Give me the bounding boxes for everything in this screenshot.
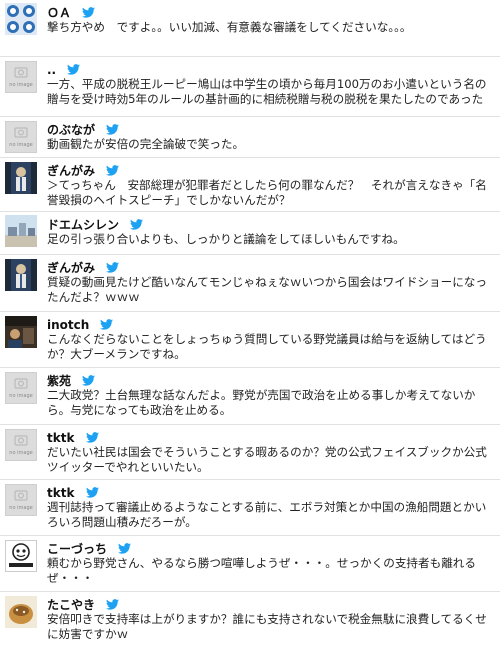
twitter-bird-icon[interactable]: [85, 485, 99, 500]
user-name[interactable]: ぎんがみ: [47, 261, 95, 275]
twitter-bird-icon[interactable]: [106, 597, 120, 612]
tweet-item: no image のぶなが 動画観たが安倍の完全論破で笑った。: [0, 117, 500, 158]
tweet-text: 質疑の動画見たけど酷いなんてモンじゃねぇなｗいつから国会はワイドショーになったん…: [47, 275, 487, 304]
tweet-text: こんなくだらないことをしょっちゅう質問している野党議員は給与を返納してはどうか？…: [47, 332, 487, 361]
no-image-label: no image: [9, 393, 33, 399]
tweet-text: ＞てっちゃん 安部総理が犯罪者だとしたら何の罪なんだ？ それが言えなきゃ「名誉毀…: [47, 178, 487, 207]
tweet-text: 二大政党？土台無理な話なんだよ。野党が売国で政治を止める事しか考えてないから。与…: [47, 388, 476, 417]
avatar[interactable]: [5, 259, 37, 291]
tweet-item: no image .. 一方、平成の脱税王ルーピー鳩山は中学生の頃から毎月100…: [0, 57, 500, 117]
user-name[interactable]: inotch: [47, 318, 89, 332]
tweet-text: 撃ち方やめ ですよ。。いい加減、有意義な審議をしてくださいな。。。: [47, 20, 412, 34]
user-name[interactable]: のぶなが: [47, 123, 95, 137]
comment-feed: ＯＡ 撃ち方やめ ですよ。。いい加減、有意義な審議をしてくださいな。。。 no …: [0, 0, 500, 653]
twitter-bird-icon[interactable]: [67, 62, 81, 77]
avatar[interactable]: no image: [5, 61, 37, 93]
twitter-bird-icon[interactable]: [118, 541, 132, 556]
tweet-text: 頼むから野党さん、やるなら勝つ喧嘩しようぜ・・・。せっかくの支持者も離れるぜ・・…: [47, 556, 476, 585]
twitter-bird-icon[interactable]: [85, 430, 99, 445]
tweet-item: inotch こんなくだらないことをしょっちゅう質問している野党議員は給与を返納…: [0, 312, 500, 368]
avatar[interactable]: [5, 316, 37, 348]
user-name[interactable]: tktk: [47, 431, 74, 445]
user-name[interactable]: ..: [47, 63, 56, 77]
tweet-text: 週刊誌持って審議止めるようなことする前に、エボラ対策とか中国の漁船問題とかいろい…: [47, 500, 487, 529]
avatar[interactable]: no image: [5, 484, 37, 516]
avatar[interactable]: no image: [5, 429, 37, 461]
no-image-label: no image: [9, 82, 33, 88]
twitter-bird-icon[interactable]: [130, 217, 144, 232]
no-image-label: no image: [9, 142, 33, 148]
user-name[interactable]: ドエムシレン: [47, 218, 119, 232]
avatar[interactable]: [5, 215, 37, 247]
tweet-text: 足の引っ張り合いよりも、しっかりと議論をしてほしいもんですね。: [47, 232, 405, 246]
twitter-bird-icon[interactable]: [106, 163, 120, 178]
no-image-label: no image: [9, 450, 33, 456]
avatar[interactable]: no image: [5, 121, 37, 153]
user-name[interactable]: こーづっち: [47, 542, 107, 556]
avatar[interactable]: [5, 596, 37, 628]
tweet-text: 一方、平成の脱税王ルーピー鳩山は中学生の頃から毎月100万のお小遣いという名の贈…: [47, 77, 487, 106]
tweet-item: no image tktk だいたい社民は国会でそういうことする暇あるのか？党の…: [0, 425, 500, 480]
avatar[interactable]: [5, 162, 37, 194]
tweet-text: 動画観たが安倍の完全論破で笑った。: [47, 137, 245, 151]
user-name[interactable]: 紫苑: [47, 374, 71, 388]
avatar[interactable]: [5, 540, 37, 572]
tweet-item: ぎんがみ 質疑の動画見たけど酷いなんてモンじゃねぇなｗいつから国会はワイドショー…: [0, 255, 500, 312]
tweet-item: ドエムシレン 足の引っ張り合いよりも、しっかりと議論をしてほしいもんですね。: [0, 212, 500, 255]
twitter-bird-icon[interactable]: [82, 5, 96, 20]
avatar[interactable]: no image: [5, 372, 37, 404]
tweet-text: 安倍叩きで支持率は上がりますか？誰にも支持されないで税金無駄に浪費してるくせに妨…: [47, 612, 487, 641]
twitter-bird-icon[interactable]: [82, 373, 96, 388]
user-name[interactable]: tktk: [47, 486, 74, 500]
tweet-item: こーづっち 頼むから野党さん、やるなら勝つ喧嘩しようぜ・・・。せっかくの支持者も…: [0, 536, 500, 592]
twitter-bird-icon[interactable]: [106, 260, 120, 275]
tweet-item: no image 紫苑 二大政党？土台無理な話なんだよ。野党が売国で政治を止める…: [0, 368, 500, 425]
tweet-item: ＯＡ 撃ち方やめ ですよ。。いい加減、有意義な審議をしてくださいな。。。: [0, 0, 500, 57]
avatar[interactable]: [5, 3, 37, 35]
no-image-label: no image: [9, 505, 33, 511]
tweet-item: たこやき 安倍叩きで支持率は上がりますか？誰にも支持されないで税金無駄に浪費して…: [0, 592, 500, 653]
user-name[interactable]: ぎんがみ: [47, 164, 95, 178]
tweet-item: ぎんがみ ＞てっちゃん 安部総理が犯罪者だとしたら何の罪なんだ？ それが言えなき…: [0, 158, 500, 212]
user-name[interactable]: ＯＡ: [47, 6, 71, 20]
tweet-item: no image tktk 週刊誌持って審議止めるようなことする前に、エボラ対策…: [0, 480, 500, 536]
twitter-bird-icon[interactable]: [106, 122, 120, 137]
twitter-bird-icon[interactable]: [100, 317, 114, 332]
user-name[interactable]: たこやき: [47, 598, 95, 612]
tweet-text: だいたい社民は国会でそういうことする暇あるのか？党の公式フェイスブックか公式ツイ…: [47, 445, 487, 474]
